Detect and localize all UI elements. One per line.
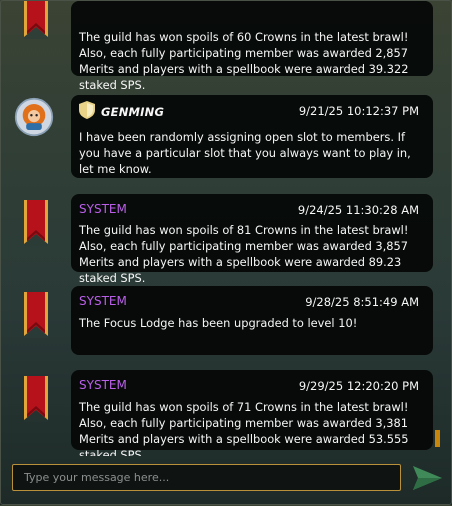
shield-icon <box>79 101 95 119</box>
chat-message: SYSTEM 9/29/25 12:20:20 PM The guild has… <box>1 370 452 456</box>
message-timestamp: 9/28/25 8:51:49 AM <box>305 295 419 309</box>
chat-message: The guild has won spoils of 60 Crowns in… <box>1 1 452 92</box>
message-bubble: SYSTEM 9/29/25 12:20:20 PM The guild has… <box>71 370 433 456</box>
message-text: The guild has won spoils of 60 Crowns in… <box>79 30 409 92</box>
message-timestamp: 9/21/25 10:12:37 PM <box>298 104 419 118</box>
message-text: The Focus Lodge has been upgraded to lev… <box>79 316 358 330</box>
message-text: The guild has won spoils of 81 Crowns in… <box>79 223 409 285</box>
red-banner-icon <box>24 292 48 338</box>
red-banner-icon <box>24 200 48 246</box>
sender-name: SYSTEM <box>79 202 127 216</box>
message-text: The guild has won spoils of 71 Crowns in… <box>79 400 409 456</box>
player-portrait-icon <box>14 97 54 137</box>
message-text: I have been randomly assigning open slot… <box>79 130 411 176</box>
message-timestamp: 9/24/25 11:30:28 AM <box>297 203 419 217</box>
message-bubble: SYSTEM 9/28/25 8:51:49 AM The Focus Lodg… <box>71 286 433 355</box>
chat-panel: The guild has won spoils of 60 Crowns in… <box>0 0 452 505</box>
sender-name: SYSTEM <box>79 378 127 392</box>
message-input[interactable] <box>12 464 401 491</box>
red-banner-icon <box>24 1 48 39</box>
message-timestamp: 9/29/25 12:20:20 PM <box>298 379 419 393</box>
message-feed[interactable]: The guild has won spoils of 60 Crowns in… <box>1 1 452 456</box>
message-bubble: GENMING 9/21/25 10:12:37 PM I have been … <box>71 95 433 178</box>
message-composer <box>1 456 452 506</box>
send-arrow-icon[interactable] <box>411 465 443 491</box>
chat-message: SYSTEM 9/24/25 11:30:28 AM The guild has… <box>1 194 452 285</box>
sender-name[interactable]: GENMING <box>101 105 164 119</box>
message-bubble: SYSTEM 9/24/25 11:30:28 AM The guild has… <box>71 194 433 285</box>
sender-name: SYSTEM <box>79 294 127 308</box>
red-banner-icon <box>24 376 48 422</box>
message-bubble: The guild has won spoils of 60 Crowns in… <box>71 1 433 92</box>
chat-message: SYSTEM 9/28/25 8:51:49 AM The Focus Lodg… <box>1 286 452 356</box>
chat-message: GENMING 9/21/25 10:12:37 PM I have been … <box>1 95 452 179</box>
scrollbar-thumb[interactable] <box>435 430 440 447</box>
